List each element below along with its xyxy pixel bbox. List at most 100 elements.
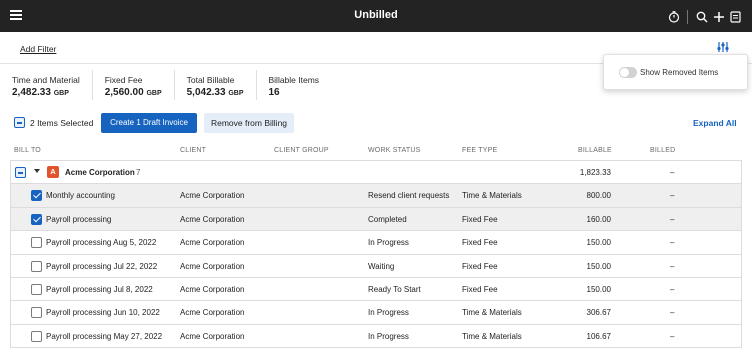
view-options-popover: Show Removed Items [603,54,748,90]
row-status: Ready To Start [368,284,421,294]
row-checkbox[interactable] [31,283,42,295]
table-row[interactable]: Payroll processing Acme Corporation Comp… [11,207,741,232]
summary-unit: GBP [228,90,244,97]
summary-label: Time and Material [12,75,80,85]
row-checkbox[interactable] [31,330,42,342]
row-fee-type: Fixed Fee [462,261,498,271]
table-row[interactable]: Payroll processing May 27, 2022 Acme Cor… [11,324,741,349]
summary-label: Fixed Fee [104,75,143,85]
row-client: Acme Corporation [180,238,245,248]
remove-from-billing-button[interactable]: Remove from Billing [204,113,294,133]
row-client: Acme Corporation [180,308,245,318]
row-fee-type: Fixed Fee [462,214,498,224]
group-count: 7 [136,168,141,177]
row-client: Acme Corporation [180,214,245,224]
row-status: Completed [368,214,407,224]
row-billed: – [670,308,675,318]
row-fee-type: Time & Materials [462,308,522,318]
row-billed: – [670,214,675,224]
summary-value: 2,482.33 GBP [12,87,80,98]
column-work-status[interactable]: WORK STATUS [368,147,421,154]
row-fee-type: Time & Materials [462,191,522,201]
summary-amount: 2,482.33 [12,87,51,98]
row-billable: 106.67 [586,331,611,341]
page-title: Unbilled [354,9,398,21]
row-billed: – [670,331,675,341]
billing-summary: Time and Material 2,482.33 GBP Fixed Fee… [0,70,331,102]
summary-label: Total Billable [186,75,235,85]
group-billable: 1,823.33 [579,168,611,177]
group-row[interactable]: A Acme Corporation 7 1,823.33 – [11,161,741,185]
show-removed-toggle[interactable] [619,67,637,78]
column-billable[interactable]: BILLABLE [578,147,612,154]
top-bar: Unbilled [0,0,752,32]
table-row[interactable]: Monthly accounting Acme Corporation Rese… [11,184,741,208]
view-settings-icon[interactable] [716,41,730,53]
client-avatar: A [47,166,59,178]
add-filter-link[interactable]: Add Filter [20,44,56,54]
row-client: Acme Corporation [180,261,245,271]
toggle-knob [620,68,629,77]
row-client: Acme Corporation [180,331,245,341]
row-billed: – [670,261,675,271]
row-billable: 150.00 [586,261,611,271]
row-billable: 800.00 [586,191,611,201]
row-checkbox[interactable] [31,213,42,225]
summary-value: 5,042.33 GBP [187,87,244,98]
row-name: Monthly accounting [46,191,115,201]
row-fee-type: Fixed Fee [462,238,498,248]
table-row[interactable]: Payroll processing Jul 22, 2022 Acme Cor… [11,254,741,278]
create-draft-invoice-button[interactable]: Create 1 Draft Invoice [101,113,197,133]
unbilled-table: A Acme Corporation 7 1,823.33 – Monthly … [10,160,742,349]
row-name: Payroll processing [46,214,112,224]
row-checkbox[interactable] [31,237,42,249]
row-billed: – [670,238,675,248]
row-name: Payroll processing Jul 8, 2022 [46,284,153,294]
row-status: In Progress [368,308,409,318]
group-checkbox[interactable] [15,167,26,178]
bulk-action-bar: 2 Items Selected Create 1 Draft Invoice … [0,113,752,133]
table-row[interactable]: Payroll processing Jun 10, 2022 Acme Cor… [11,301,741,325]
summary-value: 16 [268,87,280,98]
summary-unit: GBP [53,90,69,97]
row-client: Acme Corporation [180,191,245,201]
row-name: Payroll processing May 27, 2022 [46,331,163,341]
row-checkbox[interactable] [31,260,42,272]
row-name: Payroll processing Jul 22, 2022 [46,261,158,271]
table-header: BILL TO CLIENT CLIENT GROUP WORK STATUS … [0,144,752,158]
summary-time-material: Time and Material 2,482.33 GBP [0,70,93,100]
summary-total-billable: Total Billable 5,042.33 GBP [175,70,257,100]
toolbar-divider [687,9,688,24]
row-billable: 150.00 [586,238,611,248]
row-billable: 306.67 [586,308,611,318]
row-fee-type: Time & Materials [462,331,522,341]
column-fee-type[interactable]: FEE TYPE [462,147,497,154]
row-name: Payroll processing Jun 10, 2022 [46,308,160,318]
summary-amount: 5,042.33 [186,87,226,98]
row-checkbox[interactable] [31,307,42,319]
timer-icon[interactable] [665,8,682,25]
expand-all-link[interactable]: Expand All [693,118,737,128]
row-billed: – [670,284,675,294]
invoice-icon[interactable] [727,8,744,25]
column-client-group[interactable]: CLIENT GROUP [274,147,329,154]
row-checkbox[interactable] [31,190,42,202]
group-billed: – [670,168,675,177]
summary-value: 2,560.00 GBP [105,87,162,98]
summary-amount: 2,560.00 [104,87,144,98]
search-icon[interactable] [693,8,710,25]
row-billed: – [670,191,675,201]
column-bill-to[interactable]: BILL TO [14,147,41,154]
show-removed-label: Show Removed Items [640,68,719,77]
row-billable: 160.00 [586,214,611,224]
table-row[interactable]: Payroll processing Aug 5, 2022 Acme Corp… [11,231,741,255]
row-client: Acme Corporation [180,284,245,294]
plus-icon[interactable] [710,8,727,25]
table-row[interactable]: Payroll processing Jul 8, 2022 Acme Corp… [11,277,741,302]
column-billed[interactable]: BILLED [650,147,675,154]
row-status: Waiting [368,261,395,271]
column-client[interactable]: CLIENT [180,147,206,154]
chevron-down-icon[interactable] [34,169,40,173]
select-all-checkbox[interactable] [14,117,25,128]
selection-count: 2 Items Selected [30,118,94,128]
